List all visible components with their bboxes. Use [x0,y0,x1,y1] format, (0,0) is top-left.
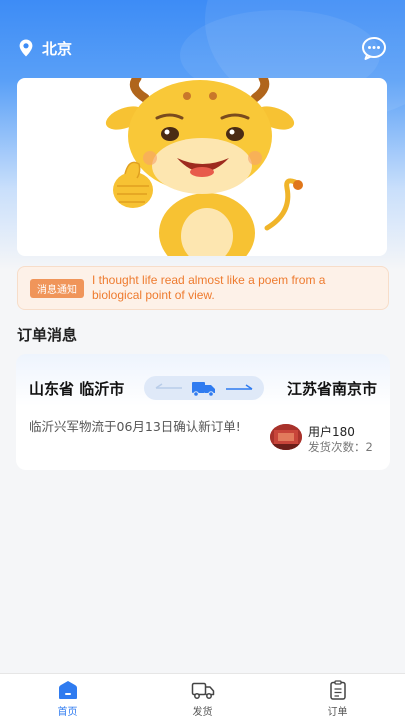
order-route: 山东省 临沂市 江苏省南京市 [16,376,390,402]
tab-orders-label: 订单 [327,707,348,718]
tab-ship[interactable]: 发货 [135,674,270,720]
origin-city: 山东省 临沂市 [29,380,125,398]
avatar [270,424,302,450]
order-message: 临沂兴军物流于06月13日确认新订单! [29,419,241,434]
location-pin-icon[interactable] [18,39,34,57]
city-selector[interactable]: 北京 [42,38,72,59]
notice-banner[interactable]: 消息通知 I thought life read almost like a p… [17,266,389,310]
banner-image[interactable] [17,78,387,256]
section-title-orders: 订单消息 [17,326,78,344]
truck-icon [191,682,214,699]
tab-home-label: 首页 [57,707,78,718]
tab-ship-label: 发货 [192,707,213,718]
order-card[interactable]: 山东省 临沂市 江苏省南京市 临沂兴军物流于06月13日确认新订单! 用户180… [16,354,390,470]
clipboard-icon [329,680,346,700]
tab-home[interactable]: 首页 [0,674,135,720]
cartoon-cow-mascot [105,78,303,256]
notice-text: I thought life read almost like a poem f… [92,273,326,302]
user-name: 用户180 [308,425,355,439]
tab-orders[interactable]: 订单 [270,674,405,720]
chat-bubble-icon[interactable] [361,35,387,61]
send-count: 发货次数：2 [308,440,373,454]
home-icon [58,681,77,699]
top-bar: 北京 [0,30,405,66]
truck-route-icon [155,382,253,397]
bottom-tab-bar: 首页 发货 订单 [0,673,405,720]
route-indicator [144,376,264,400]
notice-tag: 消息通知 [30,278,84,298]
destination-city: 江苏省南京市 [286,380,377,398]
